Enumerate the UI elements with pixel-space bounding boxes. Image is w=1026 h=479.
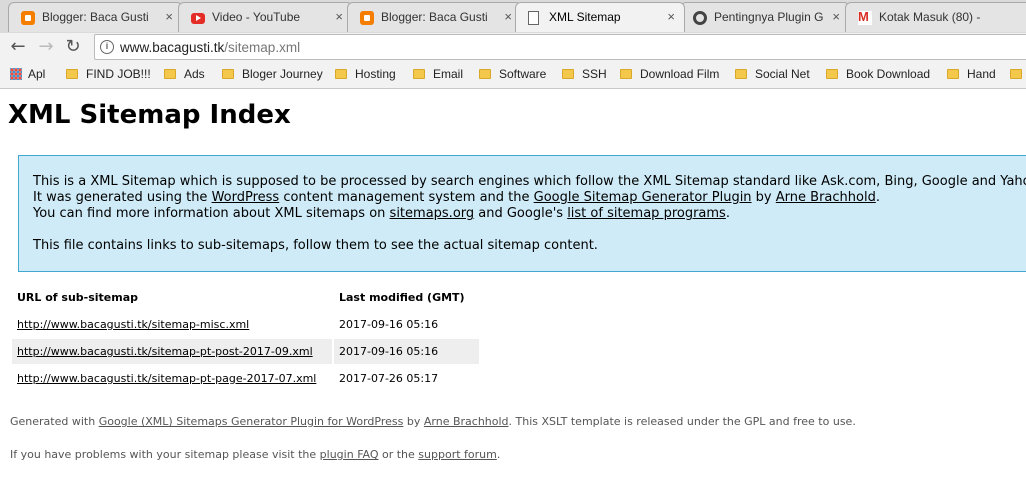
table-header-row: URL of sub-sitemap Last modified (GMT) [12, 285, 479, 310]
sitemap-url-link[interactable]: http://www.bacagusti.tk/sitemap-pt-post-… [17, 345, 313, 358]
bookmark-folder[interactable]: Hand [947, 67, 996, 81]
folder-icon [735, 69, 747, 79]
back-arrow-icon[interactable]: ← [7, 36, 29, 58]
tab-blogger-2[interactable]: Blogger: Baca Gusti × [347, 2, 522, 32]
bookmark-folder[interactable]: Social Net [735, 67, 810, 81]
sitemap-url-cell: http://www.bacagusti.tk/sitemap-misc.xml [12, 312, 332, 337]
close-icon[interactable]: × [504, 9, 512, 24]
footer-generated-line: Generated with Google (XML) Sitemaps Gen… [10, 415, 856, 428]
wordpress-link[interactable]: WordPress [212, 190, 280, 205]
gmail-icon [858, 9, 872, 25]
bookmark-folder[interactable]: Email [413, 67, 463, 81]
youtube-icon [191, 13, 205, 24]
intro-line: You can find more information about XML … [33, 206, 730, 221]
bookmarks-bar: Apl FIND JOB!!! Ads Bloger Journey Hosti… [0, 61, 1026, 89]
sitemaps-org-link[interactable]: sitemaps.org [390, 206, 475, 221]
folder-icon [164, 69, 176, 79]
bookmark-folder-partial[interactable] [1010, 67, 1026, 81]
footer-help-line: If you have problems with your sitemap p… [10, 448, 501, 461]
tab-strip: Blogger: Baca Gusti × Video - YouTube × … [0, 0, 1026, 34]
folder-icon [222, 69, 234, 79]
blogger-icon [21, 11, 35, 25]
column-header: Last modified (GMT) [339, 291, 465, 304]
tab-title: Video - YouTube [212, 10, 301, 24]
column-header: URL of sub-sitemap [17, 291, 139, 304]
bookmark-folder[interactable]: FIND JOB!!! [66, 67, 151, 81]
sitemap-url-cell: http://www.bacagusti.tk/sitemap-pt-post-… [12, 339, 332, 364]
sitemap-programs-link[interactable]: list of sitemap programs [567, 206, 726, 221]
bookmark-folder[interactable]: Bloger Journey [222, 67, 323, 81]
bookmark-folder[interactable]: Ads [164, 67, 205, 81]
intro-line: This is a XML Sitemap which is supposed … [33, 174, 1026, 189]
bookmark-folder[interactable]: Software [479, 67, 546, 81]
tab-title: Blogger: Baca Gusti [381, 10, 488, 24]
folder-icon [562, 69, 574, 79]
tab-title: Kotak Masuk (80) - [879, 10, 981, 24]
folder-icon [479, 69, 491, 79]
sitemap-url-link[interactable]: http://www.bacagusti.tk/sitemap-misc.xml [17, 318, 249, 331]
tab-title: Blogger: Baca Gusti [42, 10, 149, 24]
folder-icon [1010, 69, 1022, 79]
bookmark-apps[interactable]: Apl [10, 67, 45, 81]
address-bar[interactable]: i www.bacagusti.tk/sitemap.xml [94, 34, 1026, 60]
sitemap-table: URL of sub-sitemap Last modified (GMT) h… [10, 283, 481, 393]
tab-youtube[interactable]: Video - YouTube × [178, 2, 353, 32]
intro-box: This is a XML Sitemap which is supposed … [18, 155, 1026, 272]
bookmark-folder[interactable]: Download Film [620, 67, 719, 81]
info-icon[interactable]: i [100, 40, 114, 54]
bookmark-folder[interactable]: Hosting [335, 67, 396, 81]
bookmark-folder[interactable]: Book Download [826, 67, 930, 81]
folder-icon [66, 69, 78, 79]
apps-grid-icon [10, 68, 22, 80]
google-sitemap-generator-link[interactable]: Google Sitemap Generator Plugin [534, 190, 752, 205]
close-icon[interactable]: × [667, 9, 675, 24]
author-link[interactable]: Arne Brachhold [776, 190, 876, 205]
folder-icon [947, 69, 959, 79]
reload-icon[interactable]: ↻ [62, 36, 84, 58]
last-modified-cell: 2017-07-26 05:17 [339, 372, 439, 385]
intro-line: This file contains links to sub-sitemaps… [33, 238, 598, 253]
folder-icon [620, 69, 632, 79]
last-modified-cell: 2017-09-16 05:16 [339, 318, 439, 331]
folder-icon [826, 69, 838, 79]
tab-pentingnya-plugin[interactable]: Pentingnya Plugin G × [680, 2, 850, 32]
page-title: XML Sitemap Index [8, 100, 291, 130]
sitemap-url-link[interactable]: http://www.bacagusti.tk/sitemap-pt-page-… [17, 372, 316, 385]
support-forum-link[interactable]: support forum [418, 448, 497, 461]
sitemap-url-cell: http://www.bacagusti.tk/sitemap-pt-page-… [12, 366, 332, 391]
close-icon[interactable]: × [335, 9, 343, 24]
url-text: www.bacagusti.tk/sitemap.xml [120, 40, 301, 55]
table-row: http://www.bacagusti.tk/sitemap-misc.xml… [12, 312, 479, 337]
blogger-icon [360, 11, 374, 25]
author-link[interactable]: Arne Brachhold [424, 415, 509, 428]
last-modified-cell: 2017-09-16 05:16 [334, 339, 479, 364]
browser-toolbar: ← → ↻ i www.bacagusti.tk/sitemap.xml [0, 33, 1026, 61]
tab-title: Pentingnya Plugin G [714, 10, 823, 24]
tab-title: XML Sitemap [549, 10, 621, 24]
table-row: http://www.bacagusti.tk/sitemap-pt-page-… [12, 366, 479, 391]
forward-arrow-icon[interactable]: → [35, 36, 57, 58]
plugin-link[interactable]: Google (XML) Sitemaps Generator Plugin f… [99, 415, 404, 428]
folder-icon [413, 69, 425, 79]
plugin-faq-link[interactable]: plugin FAQ [320, 448, 379, 461]
close-icon[interactable]: × [832, 9, 840, 24]
close-icon[interactable]: × [165, 9, 173, 24]
folder-icon [335, 69, 347, 79]
bookmark-folder[interactable]: SSH [562, 67, 607, 81]
tab-blogger-1[interactable]: Blogger: Baca Gusti × [8, 2, 183, 32]
tab-xml-sitemap[interactable]: XML Sitemap × [515, 2, 685, 32]
table-row: http://www.bacagusti.tk/sitemap-pt-post-… [12, 339, 479, 364]
intro-line: It was generated using the WordPress con… [33, 190, 880, 205]
gear-icon [693, 11, 707, 25]
page-icon [528, 11, 539, 25]
tab-gmail[interactable]: Kotak Masuk (80) - [845, 2, 1026, 32]
